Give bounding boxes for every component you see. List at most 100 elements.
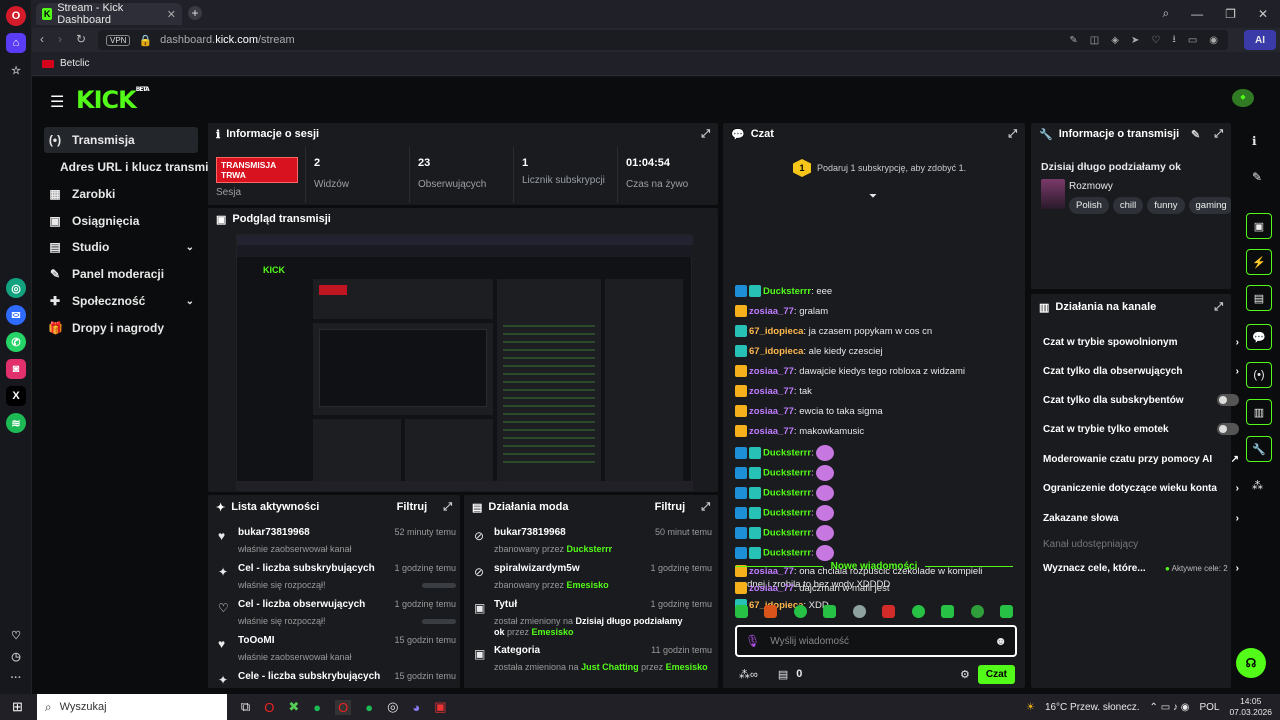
spotify-icon[interactable]: ● bbox=[313, 700, 321, 715]
nav-stream-key[interactable]: Adres URL i klucz transmisji bbox=[44, 154, 224, 180]
slow-mode-row[interactable]: Czat w trybie spowolnionym › bbox=[1043, 332, 1239, 352]
gift-icon[interactable]: ▤ bbox=[778, 668, 788, 681]
opera-logo-icon[interactable]: O bbox=[6, 6, 26, 26]
app-icon[interactable]: ▣ bbox=[434, 699, 446, 715]
minimize-icon[interactable]: — bbox=[1191, 7, 1203, 21]
chat-username[interactable]: Ducksterrr bbox=[763, 528, 811, 539]
banned-words-row[interactable]: Zakazane słowa › bbox=[1043, 508, 1239, 528]
settings-icon[interactable]: ⚙ bbox=[960, 668, 970, 681]
back-icon[interactable]: ‹ bbox=[40, 32, 44, 46]
followers-only-row[interactable]: Czat tylko dla obserwujących › bbox=[1043, 361, 1239, 381]
url-field[interactable]: VPN 🔒 dashboard.kick.com/stream ✎ ◫ ◈ ➤ ♡ ⭳ ▭ ◉ bbox=[98, 30, 1228, 50]
microphone-icon[interactable]: 🎙 bbox=[745, 634, 760, 648]
chat-username[interactable]: 67_idopieca bbox=[749, 326, 803, 337]
chat-username[interactable]: zosiaa_77 bbox=[749, 426, 794, 437]
emote-icon[interactable] bbox=[882, 605, 896, 618]
edit-icon[interactable]: ✎ bbox=[1252, 170, 1262, 184]
subscribers-only-toggle[interactable] bbox=[1217, 394, 1239, 406]
home-icon[interactable]: ⌂ bbox=[6, 33, 26, 53]
filter-button[interactable]: Filtruj bbox=[397, 501, 428, 513]
emote-icon[interactable] bbox=[764, 605, 778, 618]
reload-icon[interactable]: ↻ bbox=[76, 32, 86, 46]
chat-username[interactable]: zosiaa_77 bbox=[749, 583, 794, 594]
tag[interactable]: chill bbox=[1112, 197, 1144, 214]
opera-gx-icon[interactable]: O bbox=[264, 700, 274, 715]
close-window-icon[interactable]: ✕ bbox=[1258, 7, 1268, 21]
bookmark-betclic[interactable]: Betclic bbox=[42, 58, 89, 69]
nav-osiagniecia[interactable]: ▣ Osiągnięcia bbox=[44, 208, 198, 234]
forward-icon[interactable]: › bbox=[58, 32, 62, 46]
emote-icon[interactable] bbox=[941, 605, 955, 618]
chat-username[interactable]: zosiaa_77 bbox=[749, 386, 794, 397]
emote-icon[interactable] bbox=[735, 605, 748, 618]
edit-icon[interactable]: ✎ bbox=[1069, 35, 1077, 46]
messenger-icon[interactable]: ✉ bbox=[6, 305, 26, 325]
chat-username[interactable]: zosiaa_77 bbox=[749, 366, 794, 377]
nav-zarobki[interactable]: ▦ Zarobki bbox=[44, 181, 198, 207]
chat-username[interactable]: zosiaa_77 bbox=[749, 406, 794, 417]
send-chat-button[interactable]: Czat bbox=[977, 664, 1015, 684]
nav-panel-moderacji[interactable]: ✎ Panel moderacji bbox=[44, 261, 198, 287]
tab-kick-dashboard[interactable]: K Stream - Kick Dashboard ✕ bbox=[36, 2, 182, 26]
expand-icon[interactable]: ⤢ bbox=[1214, 128, 1223, 141]
obs-icon[interactable]: ◎ bbox=[387, 699, 398, 715]
tag[interactable]: funny bbox=[1147, 197, 1185, 214]
more-icon[interactable]: ··· bbox=[6, 668, 26, 688]
chat-username[interactable]: Ducksterrr bbox=[763, 508, 811, 519]
chat-username[interactable]: zosiaa_77 bbox=[749, 306, 794, 317]
close-tab-icon[interactable]: ✕ bbox=[167, 8, 176, 21]
chat-username[interactable]: 67_idopieca bbox=[749, 346, 803, 357]
maximize-icon[interactable]: ❐ bbox=[1225, 7, 1236, 21]
opera-icon[interactable]: O bbox=[335, 699, 352, 715]
star-icon[interactable]: ☆ bbox=[6, 60, 26, 80]
wallet-icon[interactable]: ▭ bbox=[1188, 35, 1197, 46]
shield-icon[interactable]: ◈ bbox=[1111, 35, 1119, 46]
preview-video[interactable]: KICK bbox=[236, 234, 693, 491]
xbox-icon[interactable]: ✖ bbox=[288, 699, 299, 715]
x-icon[interactable]: X bbox=[6, 386, 26, 406]
chat-username[interactable]: Ducksterrr bbox=[763, 548, 811, 559]
heart-icon[interactable]: ♡ bbox=[1151, 35, 1160, 46]
tag[interactable]: gaming bbox=[1188, 197, 1231, 214]
preview-toggle-icon[interactable]: ▣ bbox=[1246, 213, 1272, 239]
ai-moderation-row[interactable]: Moderowanie czatu przy pomocy AI ↗ bbox=[1043, 449, 1239, 469]
camera-icon[interactable]: ◫ bbox=[1090, 35, 1099, 46]
chat-icon[interactable]: 💬 bbox=[1246, 324, 1272, 350]
account-age-row[interactable]: Ograniczenie dotyczące wieku konta › bbox=[1043, 478, 1239, 498]
emote-icon[interactable] bbox=[852, 605, 866, 618]
gift-sub-banner[interactable]: 1 Podaruj 1 subskrypcję, aby zdobyć 1. bbox=[793, 159, 966, 177]
kick-logo[interactable]: KICKBETA bbox=[76, 86, 150, 114]
community-icon[interactable]: ⁂ bbox=[1252, 479, 1263, 492]
search-tabs-icon[interactable]: ⌕ bbox=[1162, 6, 1169, 21]
expand-icon[interactable]: ⤢ bbox=[701, 128, 710, 141]
emote-icon[interactable] bbox=[911, 605, 925, 618]
community-icon[interactable]: ⁂∞ bbox=[739, 668, 758, 681]
taskbar-search[interactable]: ⌕ Wyszukaj bbox=[36, 694, 227, 720]
profile-icon[interactable]: ◉ bbox=[1209, 35, 1218, 46]
expand-icon[interactable]: ⤢ bbox=[1008, 128, 1017, 141]
expand-icon[interactable]: ⤢ bbox=[443, 501, 452, 514]
nav-studio[interactable]: ▤ Studio ⌄ bbox=[44, 234, 198, 260]
language-indicator[interactable]: POL bbox=[1199, 702, 1219, 713]
spotify-icon[interactable]: ● bbox=[365, 700, 373, 715]
chat-input[interactable]: 🎙 Wyślij wiadomość ☻ bbox=[735, 625, 1017, 657]
chat-username[interactable]: Ducksterrr bbox=[763, 488, 811, 499]
document-icon[interactable]: ▤ bbox=[1246, 285, 1272, 311]
user-avatar[interactable]: ◆ bbox=[1232, 89, 1254, 107]
bolt-icon[interactable]: ⚡ bbox=[1246, 249, 1272, 275]
clock[interactable]: 14:05 07.03.2026 bbox=[1229, 696, 1272, 718]
hamburger-menu-icon[interactable]: ☰ bbox=[50, 92, 64, 112]
emote-icon[interactable] bbox=[823, 605, 837, 618]
info-icon[interactable]: ℹ bbox=[1252, 134, 1257, 148]
windows-start-icon[interactable]: ⊞ bbox=[12, 699, 23, 715]
emote-only-toggle[interactable] bbox=[1217, 423, 1239, 435]
nav-transmisja[interactable]: (•) Transmisja bbox=[44, 127, 198, 153]
goals-row[interactable]: Wyznacz cele, które... ● Aktywne cele: 2 › bbox=[1043, 558, 1239, 578]
discord-icon[interactable]: ◕ bbox=[412, 700, 420, 715]
new-tab-button[interactable]: + bbox=[188, 6, 202, 20]
ai-button[interactable]: AI bbox=[1244, 30, 1276, 50]
nav-spolecznosc[interactable]: ✚ Społeczność ⌄ bbox=[44, 288, 198, 314]
expand-icon[interactable]: ⤢ bbox=[701, 501, 710, 514]
chatgpt-icon[interactable]: ◎ bbox=[6, 278, 26, 298]
pinned-chevron-icon[interactable]: ⏷ bbox=[869, 191, 877, 202]
